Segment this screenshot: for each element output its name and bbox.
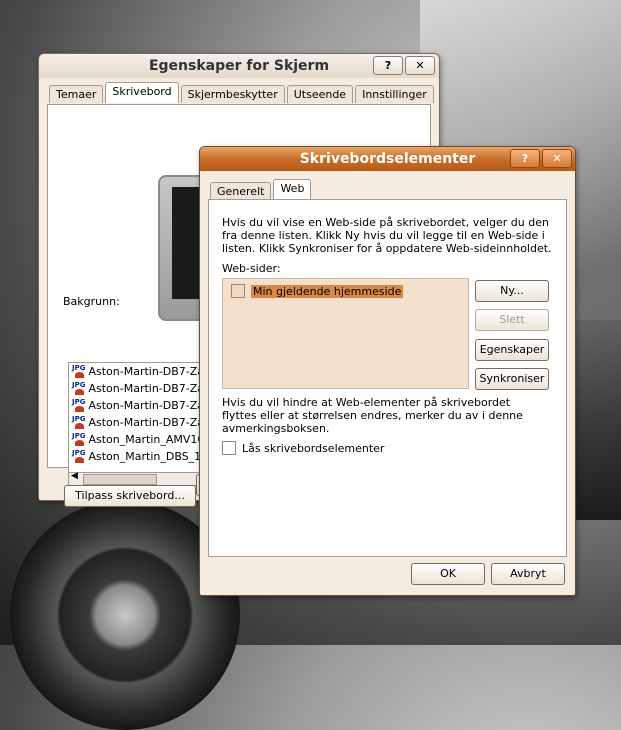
ok-button[interactable]: OK xyxy=(411,563,485,585)
tab-skrivebord[interactable]: Skrivebord xyxy=(105,82,179,103)
web-page-checkbox[interactable] xyxy=(231,284,245,298)
close-button[interactable]: ✕ xyxy=(405,56,435,75)
scrollbar-thumb[interactable] xyxy=(83,474,157,485)
jpg-file-icon: JPG xyxy=(72,364,85,379)
close-button[interactable]: ✕ xyxy=(542,149,572,168)
desktop-items-tabs: Generelt Web xyxy=(210,179,313,200)
tab-skjermbeskytter[interactable]: Skjermbeskytter xyxy=(180,85,285,103)
list-item[interactable]: JPG Aston_Martin_DBS_197 xyxy=(69,448,211,465)
background-list-scrollbar[interactable]: ◀ xyxy=(68,471,212,486)
web-page-label: Min gjeldende hjemmeside xyxy=(251,284,404,298)
web-pages-list[interactable]: Min gjeldende hjemmeside xyxy=(222,278,469,389)
synchronize-button[interactable]: Synkroniser xyxy=(475,368,549,390)
lock-desktop-items-checkbox[interactable] xyxy=(222,441,236,455)
lock-description-text: Hvis du vil hindre at Web-elementer på s… xyxy=(222,396,523,435)
lock-desktop-items-label: Lås skrivebordselementer xyxy=(242,441,385,455)
tab-web[interactable]: Web xyxy=(273,179,312,200)
desktop-items-dialog: Skrivebordselementer ? ✕ Generelt Web Hv… xyxy=(199,146,576,596)
lock-desktop-items-option[interactable]: Lås skrivebordselementer xyxy=(222,441,384,455)
jpg-file-icon: JPG xyxy=(72,415,85,430)
tab-temaer[interactable]: Temaer xyxy=(49,85,104,103)
jpg-file-icon: JPG xyxy=(72,398,85,413)
list-item[interactable]: JPGAston-Martin-DB7-Zagato xyxy=(69,380,211,397)
display-properties-tabs: Temaer Skrivebord Skjermbeskytter Utseen… xyxy=(49,82,436,103)
list-item[interactable]: Min gjeldende hjemmeside xyxy=(231,284,404,298)
list-item[interactable]: JPGAston-Martin-DB7-Zagato xyxy=(69,414,211,431)
display-properties-title: Egenskaper for Skjerm xyxy=(148,58,330,74)
desktop-items-title: Skrivebordselementer xyxy=(299,151,476,167)
background-label: Bakgrunn: xyxy=(63,295,120,308)
list-item[interactable]: JPGAston-Martin-DB7-Zagato xyxy=(69,397,211,414)
jpg-file-icon: JPG xyxy=(72,381,85,396)
list-item[interactable]: JPGAston-Martin-DB7-Zagato xyxy=(69,363,211,380)
cancel-button[interactable]: Avbryt xyxy=(491,563,565,585)
tab-utseende[interactable]: Utseende xyxy=(286,85,354,103)
new-button[interactable]: Ny... xyxy=(475,280,549,302)
jpg-file-icon: JPG xyxy=(72,432,85,447)
web-intro-text: Hvis du vil vise en Web-side på skrivebo… xyxy=(222,216,552,255)
web-pages-label: Web-sider: xyxy=(222,262,281,275)
customize-desktop-button[interactable]: Tilpass skrivebord... xyxy=(64,485,196,507)
web-tab-panel: Hvis du vil vise en Web-side på skrivebo… xyxy=(208,199,567,557)
background-list[interactable]: JPGAston-Martin-DB7-Zagato JPGAston-Mart… xyxy=(68,362,212,474)
tab-innstillinger[interactable]: Innstillinger xyxy=(355,85,434,103)
scroll-left-arrow-icon[interactable]: ◀ xyxy=(71,471,78,481)
jpg-file-icon: JPG xyxy=(72,449,85,464)
list-item[interactable]: JPG Aston_Martin_AMV10_C xyxy=(69,431,211,448)
help-button[interactable]: ? xyxy=(373,56,403,75)
tab-generelt[interactable]: Generelt xyxy=(210,182,272,200)
help-button[interactable]: ? xyxy=(510,149,540,168)
delete-button[interactable]: Slett xyxy=(475,309,549,331)
properties-button[interactable]: Egenskaper xyxy=(475,339,549,361)
